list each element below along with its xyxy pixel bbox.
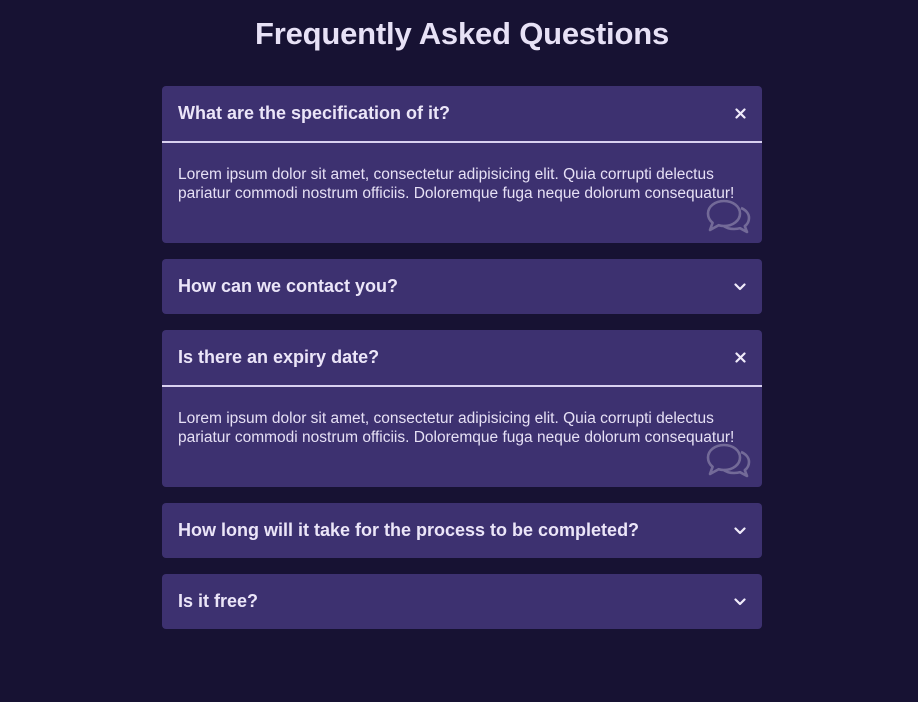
chevron-down-icon[interactable]	[732, 594, 748, 610]
faq-item: Is it free?	[162, 574, 762, 629]
comments-icon	[706, 199, 751, 234]
faq-item: What are the specification of it? Lorem …	[162, 86, 762, 243]
close-icon[interactable]	[732, 350, 748, 366]
faq-question-header[interactable]: How long will it take for the process to…	[162, 503, 762, 558]
faq-answer: Lorem ipsum dolor sit amet, consectetur …	[178, 166, 735, 202]
faq-answer-panel: Lorem ipsum dolor sit amet, consectetur …	[162, 387, 762, 487]
faq-question: Is there an expiry date?	[178, 347, 380, 367]
faq-list: What are the specification of it? Lorem …	[162, 86, 762, 645]
comments-icon	[706, 443, 751, 478]
faq-question-header[interactable]: Is there an expiry date?	[162, 330, 762, 387]
faq-answer-panel: Lorem ipsum dolor sit amet, consectetur …	[162, 143, 762, 243]
faq-item: How can we contact you?	[162, 259, 762, 314]
faq-item: Is there an expiry date? Lorem ipsum dol…	[162, 330, 762, 487]
page-title: Frequently Asked Questions	[255, 16, 669, 51]
faq-question: Is it free?	[178, 591, 259, 611]
faq-item: How long will it take for the process to…	[162, 503, 762, 558]
chevron-down-icon[interactable]	[732, 279, 748, 295]
faq-question-header[interactable]: How can we contact you?	[162, 259, 762, 314]
faq-question-header[interactable]: What are the specification of it?	[162, 86, 762, 143]
faq-question: How can we contact you?	[178, 276, 399, 296]
faq-question-header[interactable]: Is it free?	[162, 574, 762, 629]
faq-question: What are the specification of it?	[178, 103, 451, 123]
faq-question: How long will it take for the process to…	[178, 520, 640, 540]
chevron-down-icon[interactable]	[732, 523, 748, 539]
close-icon[interactable]	[732, 106, 748, 122]
faq-answer: Lorem ipsum dolor sit amet, consectetur …	[178, 410, 735, 446]
